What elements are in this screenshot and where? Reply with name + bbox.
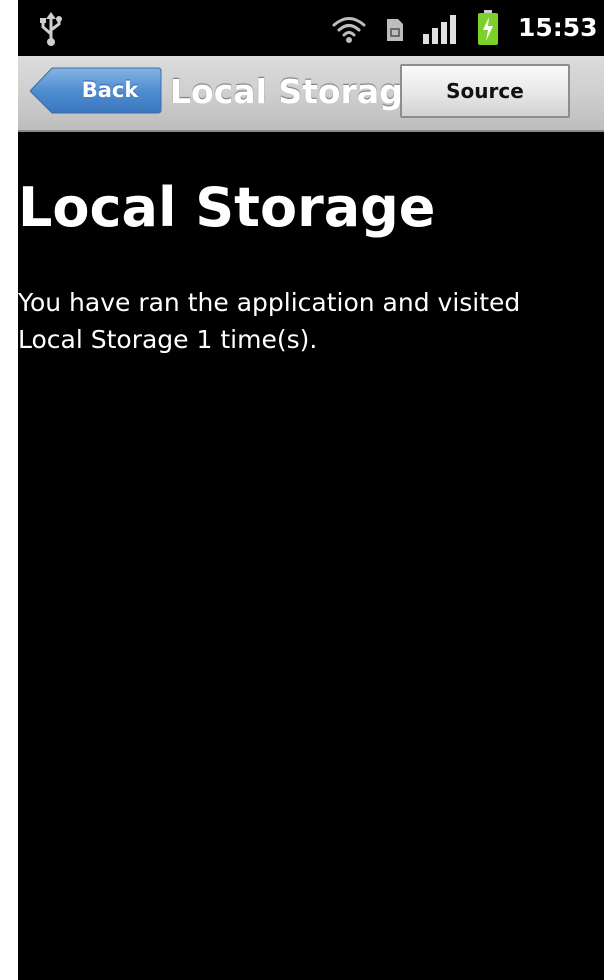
phone-screen: 15:53 Back Local Storage Source Local St… — [18, 0, 604, 980]
wifi-icon — [331, 14, 367, 44]
visit-count-message: You have ran the application and visited… — [18, 288, 521, 354]
battery-charging-icon — [477, 10, 499, 46]
status-clock: 15:53 — [518, 13, 598, 42]
status-bar: 15:53 — [18, 0, 604, 56]
title-bar-title: Local Storage — [170, 72, 402, 111]
usb-icon — [38, 12, 64, 46]
back-button-label: Back — [81, 78, 139, 102]
source-button[interactable]: Source — [400, 64, 570, 118]
back-button[interactable]: Back — [30, 67, 162, 115]
main-content: Local Storage You have ran the applicati… — [18, 134, 604, 980]
sim-card-icon — [386, 18, 404, 42]
signal-strength-icon — [423, 14, 457, 44]
title-bar: Back Local Storage Source — [18, 56, 604, 132]
page-heading: Local Storage — [18, 176, 436, 239]
